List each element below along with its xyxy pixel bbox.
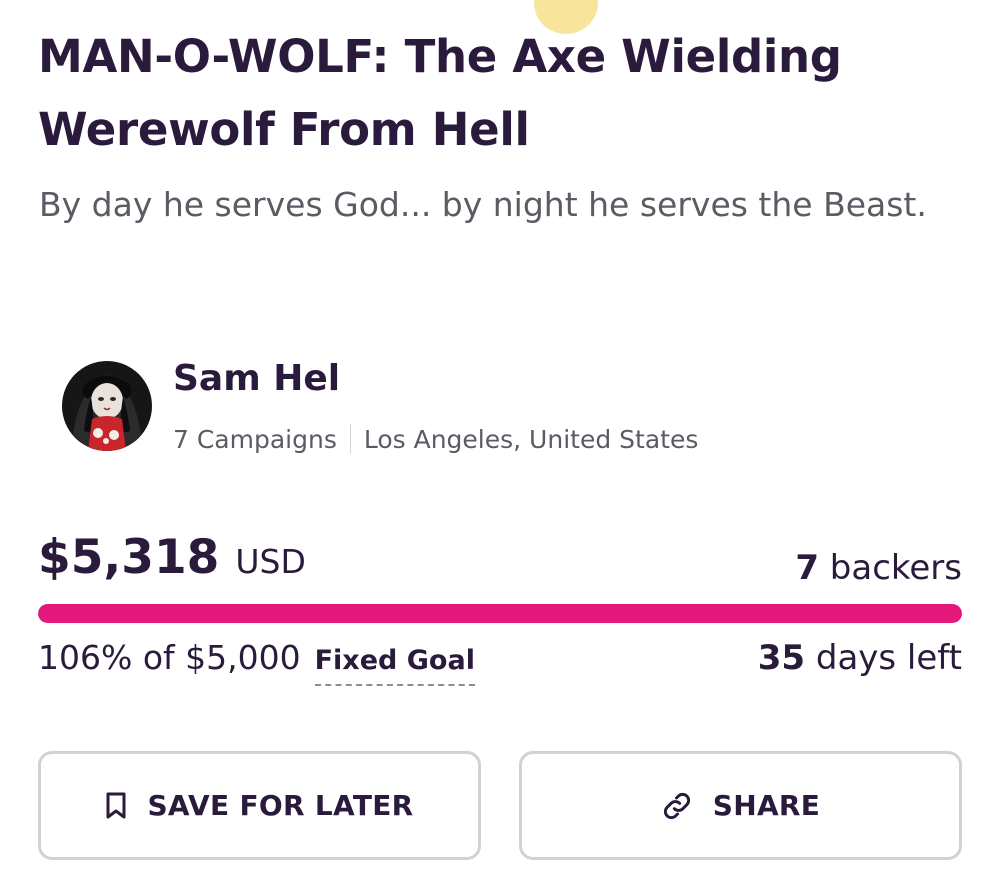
save-for-later-label: SAVE FOR LATER	[147, 789, 414, 822]
meta-divider	[349, 424, 351, 454]
funding-status: 106% of $5,000 Fixed Goal	[38, 638, 475, 686]
bookmark-icon	[105, 792, 127, 820]
goal-type-tooltip-trigger[interactable]: Fixed Goal	[314, 645, 475, 686]
creator-campaigns[interactable]: 7 Campaigns	[173, 425, 337, 454]
raised-amount: $5,318	[38, 530, 220, 585]
backers-number: 7	[795, 548, 819, 588]
funding-progress-fill	[38, 604, 962, 623]
backers-count: 7 backers	[795, 548, 962, 588]
creator-meta: 7 Campaigns Los Angeles, United States	[173, 424, 698, 454]
days-left: 35 days left	[758, 638, 962, 678]
creator-avatar[interactable]	[62, 361, 152, 451]
backers-label: backers	[829, 548, 962, 588]
save-for-later-button[interactable]: SAVE FOR LATER	[38, 751, 481, 860]
link-icon	[661, 790, 693, 822]
raised-currency: USD	[235, 542, 306, 581]
campaign-title: MAN-O-WOLF: The Axe Wielding Werewolf Fr…	[38, 30, 842, 156]
creator-name[interactable]: Sam Hel	[173, 358, 340, 399]
creator-location: Los Angeles, United States	[363, 424, 699, 454]
funding-progress-bar	[38, 604, 962, 623]
campaign-tagline: By day he serves God... by night he serv…	[39, 185, 927, 224]
days-left-number: 35	[757, 638, 806, 678]
days-left-label: days left	[815, 638, 962, 678]
share-button[interactable]: SHARE	[519, 751, 962, 860]
amount-raised: $5,318 USD	[38, 530, 306, 585]
share-label: SHARE	[712, 789, 821, 822]
funding-percent-of-goal: 106% of $5,000	[38, 638, 301, 677]
